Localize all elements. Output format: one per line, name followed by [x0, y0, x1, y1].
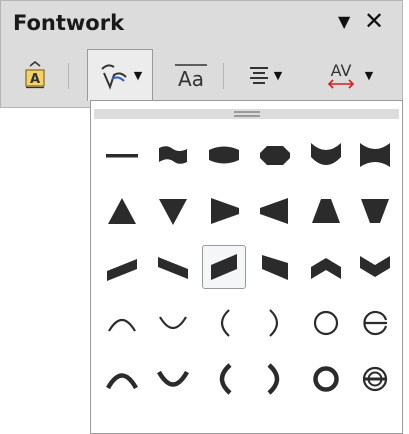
triangle-down-icon [159, 199, 187, 225]
character-spacing-icon: AV [327, 61, 354, 89]
open-circle-curve-icon [363, 310, 388, 336]
slant-up-icon [107, 259, 137, 281]
fontwork-gallery-icon: A [25, 61, 45, 89]
plain-text-icon [106, 154, 138, 158]
shape-option-fade-up-left[interactable] [253, 245, 297, 289]
fontwork-shape-popup [90, 100, 403, 434]
alignment-icon [249, 67, 268, 84]
arch-up-pour-icon [106, 373, 138, 390]
fontwork-toolbar-row: A ▼ Aa ▼ AV ▼ [1, 49, 402, 101]
svg-text:A: A [30, 72, 40, 87]
shape-option-plain-text[interactable] [100, 133, 144, 177]
shape-option-chevron-down[interactable] [353, 245, 397, 289]
fontwork-gallery-button[interactable]: A [15, 53, 55, 97]
popup-drag-handle[interactable] [94, 109, 399, 119]
shape-option-wave[interactable] [151, 133, 195, 177]
arch-down-curve-icon [159, 316, 187, 330]
shape-option-arch-down-pour[interactable] [151, 357, 195, 401]
shape-option-open-circle-curve[interactable] [353, 301, 397, 345]
same-letter-heights-label: Aa [178, 67, 204, 90]
fontwork-same-letter-heights-button[interactable]: Aa [169, 53, 213, 97]
shape-option-chevron-up[interactable] [304, 245, 348, 289]
fade-up-icon [312, 199, 340, 223]
fontwork-alignment-button[interactable]: ▼ [237, 53, 293, 97]
toolbar-title: Fontwork [13, 11, 125, 35]
alignment-dropdown-icon[interactable]: ▼ [274, 69, 282, 82]
fontwork-shape-icon [101, 63, 127, 90]
toolbar-separator [223, 63, 224, 89]
arch-left-curve-icon [220, 309, 230, 337]
fontwork-shape-dropdown-icon[interactable]: ▼ [134, 69, 142, 82]
wave-icon [159, 146, 187, 164]
chevron-up-icon [311, 258, 341, 279]
shape-option-arch-left-pour[interactable] [202, 357, 246, 401]
shape-option-slant-down[interactable] [151, 245, 195, 289]
curve-up-icon [360, 143, 390, 167]
shape-option-triangle-up[interactable] [100, 189, 144, 233]
shape-option-arch-right-curve[interactable] [253, 301, 297, 345]
shape-option-fade-right[interactable] [202, 189, 246, 233]
fade-up-left-icon [262, 255, 288, 280]
fontwork-toolbar-window: Fontwork ▼ ✕ A ▼ Aa ▼ AV ▼ [0, 0, 403, 108]
toolbar-separator [68, 63, 69, 89]
shape-option-fade-down[interactable] [353, 189, 397, 233]
shape-option-arch-up-curve[interactable] [100, 301, 144, 345]
shape-option-circle-pour[interactable] [304, 357, 348, 401]
drag-grip-icon [234, 111, 260, 117]
shape-option-fade-up[interactable] [304, 189, 348, 233]
shape-option-open-circle-pour[interactable] [353, 357, 397, 401]
fontwork-shape-button[interactable]: ▼ [87, 49, 153, 101]
arch-right-curve-icon [269, 309, 279, 337]
shape-option-arch-down-curve[interactable] [151, 301, 195, 345]
inflate-icon [209, 146, 239, 164]
shape-option-circle-curve[interactable] [304, 301, 348, 345]
shape-option-inflate[interactable] [202, 133, 246, 177]
arch-right-pour-icon [267, 363, 280, 395]
chevron-down-icon [360, 256, 390, 277]
toolbar-menu-arrow-icon[interactable]: ▼ [338, 12, 350, 31]
shape-option-fade-up-right[interactable] [202, 245, 246, 289]
shape-option-stop[interactable] [253, 133, 297, 177]
fade-left-icon [260, 198, 288, 224]
arch-up-curve-icon [108, 318, 136, 332]
stop-icon [260, 146, 290, 165]
circle-pour-icon [313, 366, 339, 392]
shape-option-arch-up-pour[interactable] [100, 357, 144, 401]
shape-option-curve-down[interactable] [304, 133, 348, 177]
fontwork-character-spacing-button[interactable]: AV ▼ [307, 53, 387, 97]
curve-down-icon [311, 143, 341, 165]
toolbar-titlebar[interactable]: Fontwork ▼ ✕ [1, 1, 402, 45]
character-spacing-dropdown-icon[interactable]: ▼ [365, 69, 373, 82]
shape-option-arch-left-curve[interactable] [202, 301, 246, 345]
character-spacing-label: AV [330, 61, 351, 80]
same-letter-heights-icon: Aa [175, 64, 207, 90]
shape-option-triangle-down[interactable] [151, 189, 195, 233]
triangle-up-icon [108, 198, 136, 224]
shape-option-arch-right-pour[interactable] [253, 357, 297, 401]
open-circle-pour-icon [362, 366, 388, 392]
shape-option-slant-up[interactable] [100, 245, 144, 289]
close-icon[interactable]: ✕ [364, 7, 384, 35]
circle-curve-icon [313, 310, 339, 336]
shape-option-fade-left[interactable] [253, 189, 297, 233]
arch-left-pour-icon [219, 363, 232, 395]
fade-right-icon [211, 198, 239, 224]
slant-down-icon [158, 257, 188, 279]
fade-up-right-icon [211, 254, 237, 280]
arch-down-pour-icon [157, 370, 189, 387]
shape-option-curve-up[interactable] [353, 133, 397, 177]
fade-down-icon [361, 199, 389, 223]
